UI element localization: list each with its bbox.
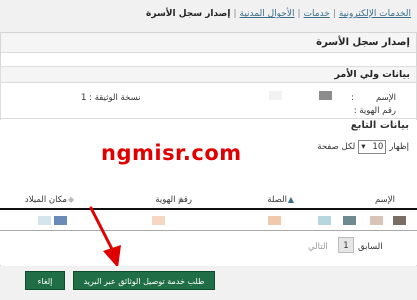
cell-birthplace-swatch	[38, 216, 51, 225]
breadcrumb-civil-affairs[interactable]: الأحوال المدنية	[240, 9, 295, 19]
guardian-name-value-2	[269, 91, 282, 100]
guardian-name-label: الإسم	[376, 93, 396, 103]
breadcrumb-current: إصدار سجل الأسرة	[146, 9, 231, 19]
pager-prev[interactable]: السابق	[358, 242, 383, 252]
chevron-down-icon: ▾	[361, 142, 366, 152]
column-birthplace[interactable]: مكان الميلاد	[25, 195, 67, 205]
breadcrumb-separator: |	[233, 9, 237, 19]
cell-name-swatch	[370, 216, 383, 225]
column-relation[interactable]: الصلة	[267, 195, 287, 205]
pager-next[interactable]: التالي	[308, 242, 328, 252]
cell-name-swatch	[343, 216, 356, 225]
guardian-name-colon: :	[351, 93, 354, 103]
followers-title: بيانات التابع	[350, 120, 409, 131]
page-size-value: 10	[372, 142, 384, 152]
per-page-label: لكل صفحة	[317, 142, 356, 152]
breadcrumb-separator: |	[332, 9, 336, 19]
column-id[interactable]: رقم الهوية	[155, 195, 192, 205]
breadcrumb-separator: |	[297, 9, 301, 19]
breadcrumb: الخدمات الإلكترونية|خدمات|الأحوال المدني…	[0, 0, 417, 28]
cell-id-swatch	[152, 216, 165, 225]
table-header: الإسم ▲ الصلة ◆ رقم الهوية ◆ مكان الميلا…	[0, 192, 417, 210]
guardian-copy-value: 1	[81, 93, 87, 103]
breadcrumb-eservices[interactable]: الخدمات الإلكترونية	[339, 9, 411, 19]
cancel-button[interactable]: إلغاء	[25, 271, 65, 290]
watermark: ngmisr.com	[101, 141, 242, 165]
cell-name-swatch	[393, 216, 406, 225]
page-size-select[interactable]: 10 ▾	[358, 140, 387, 154]
page-length-control: إظهار 10 ▾ لكل صفحة	[317, 140, 409, 154]
show-label: إظهار	[389, 142, 409, 152]
guardian-title: بيانات ولي الأمر	[1, 67, 416, 83]
request-delivery-button[interactable]: طلب خدمة توصيل الوثائق عبر البريد	[73, 271, 215, 290]
guardian-id-label: رقم الهوية :	[353, 106, 396, 116]
guardian-copy-label: نسخة الوثيقة :	[89, 93, 141, 103]
page-title: إصدار سجل الأسرة	[1, 33, 416, 53]
pager-page-1[interactable]: 1	[338, 237, 354, 253]
guardian-name-value	[319, 91, 332, 100]
cell-birthplace-swatch	[54, 216, 67, 225]
sort-icon[interactable]: ◆	[68, 195, 74, 204]
column-name[interactable]: الإسم	[375, 195, 395, 205]
sort-asc-icon[interactable]: ▲	[288, 195, 294, 204]
guardian-section: بيانات ولي الأمر الإسم : رقم الهوية : نس…	[0, 66, 417, 119]
arrow-annotation	[89, 206, 121, 268]
table-row[interactable]	[0, 212, 417, 231]
cell-relation-swatch	[268, 216, 281, 225]
cell-name-swatch	[318, 216, 331, 225]
guardian-copy: نسخة الوثيقة : 1	[81, 93, 141, 103]
breadcrumb-services[interactable]: خدمات	[304, 9, 330, 19]
